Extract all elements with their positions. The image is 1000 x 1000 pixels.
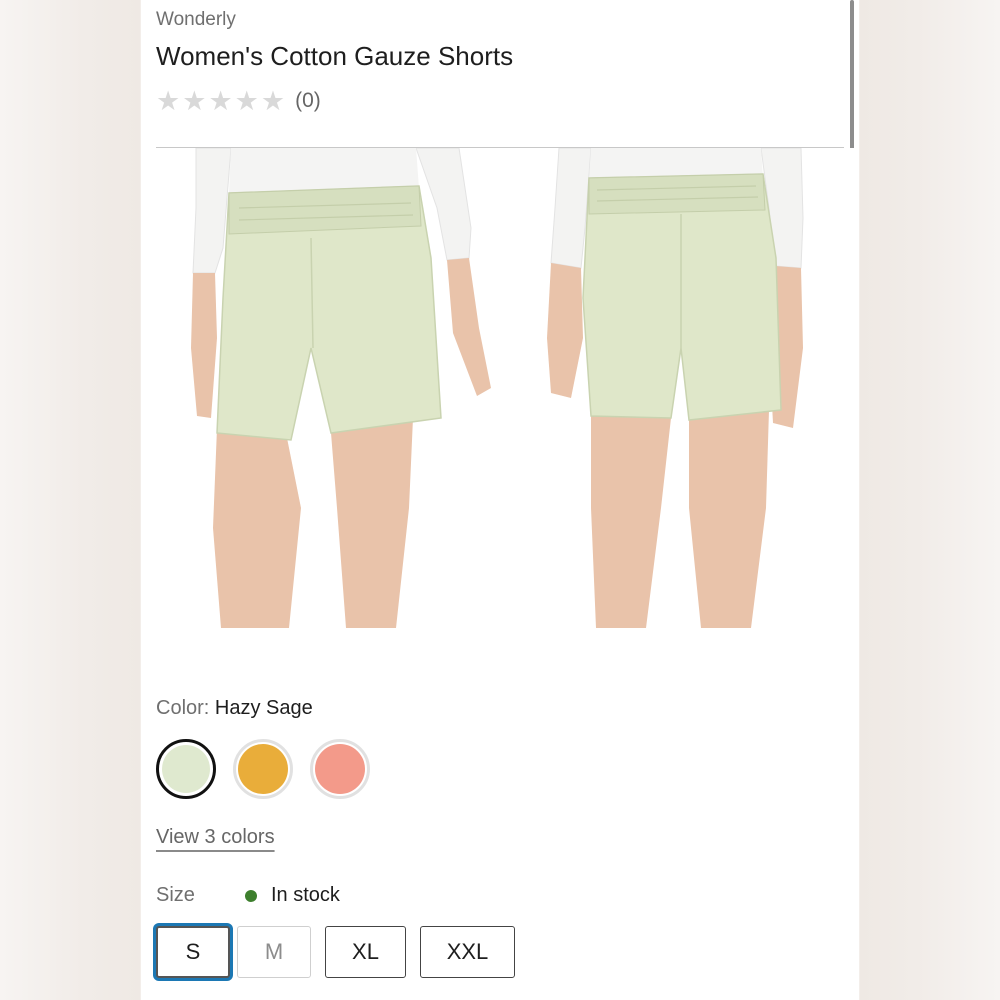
product-title: Women's Cotton Gauze Shorts	[156, 41, 514, 71]
view-colors-link[interactable]: View 3 colors	[156, 826, 275, 849]
color-swatch-yellow[interactable]	[233, 739, 293, 799]
stock-status-text: In stock	[271, 884, 340, 906]
size-button-xl[interactable]: XL	[325, 926, 406, 978]
page-background-left	[0, 0, 140, 1000]
color-swatches	[156, 739, 370, 799]
color-selection-label: Color: Hazy Sage	[156, 697, 313, 720]
star-icon: ★	[182, 86, 207, 116]
star-icon: ★	[156, 86, 181, 116]
size-button-m[interactable]: M	[237, 926, 311, 978]
swatch-fill	[162, 745, 210, 793]
size-button-xxl[interactable]: XXL	[420, 926, 515, 978]
color-swatch-hazy-sage[interactable]	[156, 739, 216, 799]
color-swatch-coral[interactable]	[310, 739, 370, 799]
size-label: Size	[156, 884, 195, 906]
scrollbar[interactable]	[850, 0, 854, 150]
color-label: Color:	[156, 697, 210, 719]
star-icon: ★	[234, 86, 259, 116]
page-background-right	[860, 0, 1000, 1000]
selected-color-name: Hazy Sage	[214, 697, 313, 719]
product-page[interactable]: Wonderly Women's Cotton Gauze Shorts ★ ★…	[141, 0, 859, 1000]
star-icon: ★	[260, 86, 286, 116]
in-stock-dot-icon	[245, 889, 257, 902]
size-button-s[interactable]: S	[156, 926, 230, 978]
rating-stars: ★ ★ ★ ★ ★	[156, 86, 285, 116]
swatch-fill	[315, 744, 365, 794]
review-count[interactable]: (0)	[295, 89, 321, 113]
swatch-fill	[238, 744, 288, 794]
product-image[interactable]	[141, 148, 859, 628]
stock-status: In stock	[245, 884, 340, 907]
product-rating[interactable]: ★ ★ ★ ★ ★ (0)	[156, 86, 321, 116]
product-brand[interactable]: Wonderly	[156, 9, 236, 31]
star-icon: ★	[208, 86, 233, 116]
